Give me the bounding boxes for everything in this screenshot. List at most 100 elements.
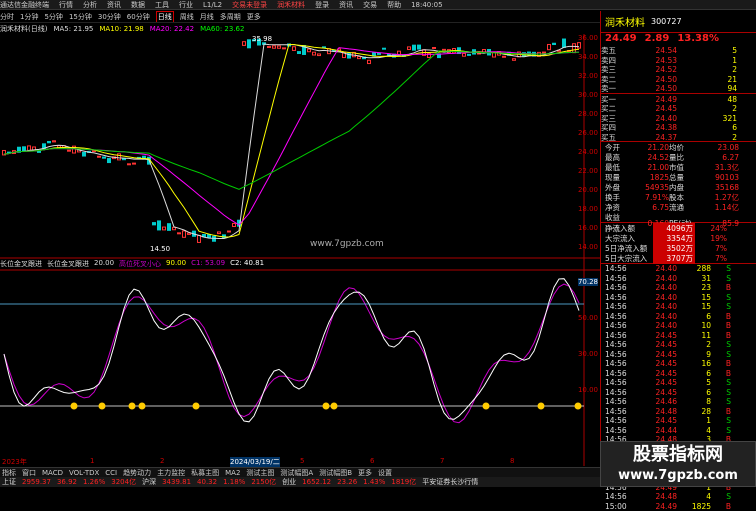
tick-time: 14:56 xyxy=(605,321,635,330)
stat-row: 净资6.75流通1.14亿 xyxy=(601,202,756,212)
tick-time: 14:56 xyxy=(605,492,635,501)
tick-time: 14:56 xyxy=(605,378,635,387)
period-tab[interactable]: 30分钟 xyxy=(98,12,121,22)
signal-icon xyxy=(331,403,338,410)
tick-time: 14:56 xyxy=(605,369,635,378)
chart-area[interactable]: 35.98 14.50 www.7gpzb.com xyxy=(0,34,600,466)
tick-time: 14:56 xyxy=(605,359,635,368)
tick-time: 14:56 xyxy=(605,331,635,340)
book-row: 买四24.386 xyxy=(601,122,756,132)
tick-vol: 31 xyxy=(677,274,711,283)
app-title: 通达信金融终端 xyxy=(0,0,49,10)
x-tick: 2023年 xyxy=(2,457,27,467)
tick-price: 24.40 xyxy=(635,293,677,302)
candle xyxy=(183,231,186,237)
candle xyxy=(188,233,191,234)
book-label: 买五 xyxy=(601,132,627,143)
price-tick: 14.00 xyxy=(578,243,598,251)
candle xyxy=(38,151,41,152)
stat-val: 24.52 xyxy=(629,153,669,162)
flow-pct: 19% xyxy=(697,234,727,243)
title-right-item[interactable]: 帮助 xyxy=(387,0,401,10)
candle xyxy=(548,44,551,49)
tick-price: 24.45 xyxy=(635,416,677,425)
high-label: 35.98 xyxy=(252,35,272,43)
menu-item[interactable]: 数据 xyxy=(131,0,145,10)
book-price: 24.40 xyxy=(627,114,677,123)
stat-val: 6.27 xyxy=(695,153,739,162)
stat-val: 31.3亿 xyxy=(695,162,739,173)
tick-vol: 4 xyxy=(677,426,711,435)
candle xyxy=(503,56,506,57)
candle xyxy=(168,224,171,231)
tick-price: 24.46 xyxy=(635,397,677,406)
period-tab[interactable]: 分时 xyxy=(0,12,14,22)
menu-item[interactable]: 行情 xyxy=(59,0,73,10)
status-item: 1.26% xyxy=(83,478,105,486)
period-tab[interactable]: 周线 xyxy=(180,12,194,22)
flow-key: 5日大宗流入 xyxy=(605,253,651,264)
indicator-tab[interactable]: MACD xyxy=(42,469,63,477)
indicator-tab[interactable]: VOL-TDX xyxy=(69,469,99,477)
x-tick: 1 xyxy=(90,457,94,465)
signal-icon xyxy=(538,403,545,410)
period-tab[interactable]: 1分钟 xyxy=(20,12,38,22)
status-item: 平安证券长沙行情 xyxy=(422,477,478,487)
period-tab[interactable]: 更多 xyxy=(247,12,261,22)
period-tab[interactable]: 多周期 xyxy=(220,12,241,22)
indicator-tab[interactable]: MA2 xyxy=(225,469,240,477)
indicator-tab[interactable]: CCI xyxy=(105,469,117,477)
tick-price: 24.45 xyxy=(635,378,677,387)
candle xyxy=(158,221,161,230)
candle xyxy=(378,53,381,54)
x-tick: 2024/03/19/二 xyxy=(230,457,280,467)
signal-icon xyxy=(193,403,200,410)
bid-book: 买一24.4948买二24.452买三24.40321买四24.386买五24.… xyxy=(601,94,756,143)
period-tab[interactable]: 5分钟 xyxy=(44,12,62,22)
signal-icon xyxy=(99,403,106,410)
period-tab[interactable]: 60分钟 xyxy=(127,12,150,22)
tick-vol: 16 xyxy=(677,359,711,368)
period-tab[interactable]: 15分钟 xyxy=(69,12,92,22)
fund-flow: 净流入额4096万24%大宗流入3354万19%5日净流入额3502万7%5日大… xyxy=(601,223,756,264)
ind-tick: 70.28 xyxy=(578,278,598,286)
menu-item[interactable]: 分析 xyxy=(83,0,97,10)
tick-vol: 5 xyxy=(677,378,711,387)
tick-price: 24.45 xyxy=(635,331,677,340)
book-volume: 321 xyxy=(677,114,737,123)
candle xyxy=(218,232,221,234)
price-tick: 24.00 xyxy=(578,148,598,156)
tick-time: 14:56 xyxy=(605,264,635,273)
title-right-item[interactable]: 资讯 xyxy=(339,0,353,10)
tick-side: S xyxy=(711,350,731,359)
period-tab[interactable]: 日线 xyxy=(156,11,174,23)
menu-item[interactable]: L1/L2 xyxy=(203,1,222,9)
status-item: 36.92 xyxy=(57,478,77,486)
period-tab[interactable]: 月线 xyxy=(200,12,214,22)
tick-side: S xyxy=(711,416,731,425)
price-tick: 20.00 xyxy=(578,186,598,194)
tick-row: 14:5624.452S xyxy=(601,340,756,350)
book-price: 24.53 xyxy=(627,56,677,65)
candle xyxy=(123,159,126,160)
tick-vol: 11 xyxy=(677,331,711,340)
x-tick: 7 xyxy=(440,457,444,465)
tick-side: B xyxy=(711,312,731,321)
menu-item[interactable]: 行业 xyxy=(179,0,193,10)
title-right-item[interactable]: 交易 xyxy=(363,0,377,10)
tick-side: B xyxy=(711,407,731,416)
candle xyxy=(208,235,211,238)
menu-item[interactable]: 工具 xyxy=(155,0,169,10)
tick-vol: 1 xyxy=(677,416,711,425)
tick-price: 24.48 xyxy=(635,407,677,416)
status-item: 2959.37 xyxy=(22,478,51,486)
stat-row: 最低21.00市值31.3亿 xyxy=(601,162,756,172)
tick-side: B xyxy=(711,283,731,292)
title-right-item[interactable]: 登录 xyxy=(315,0,329,10)
price-tick: 30.00 xyxy=(578,91,598,99)
status-item: 1.18% xyxy=(223,478,245,486)
menu-item[interactable]: 资讯 xyxy=(107,0,121,10)
candle xyxy=(153,223,156,225)
ask-book: 卖五24.545卖四24.531卖三24.522卖二24.5021卖一24.50… xyxy=(601,45,756,94)
chart-watermark: www.7gpzb.com xyxy=(310,239,384,249)
